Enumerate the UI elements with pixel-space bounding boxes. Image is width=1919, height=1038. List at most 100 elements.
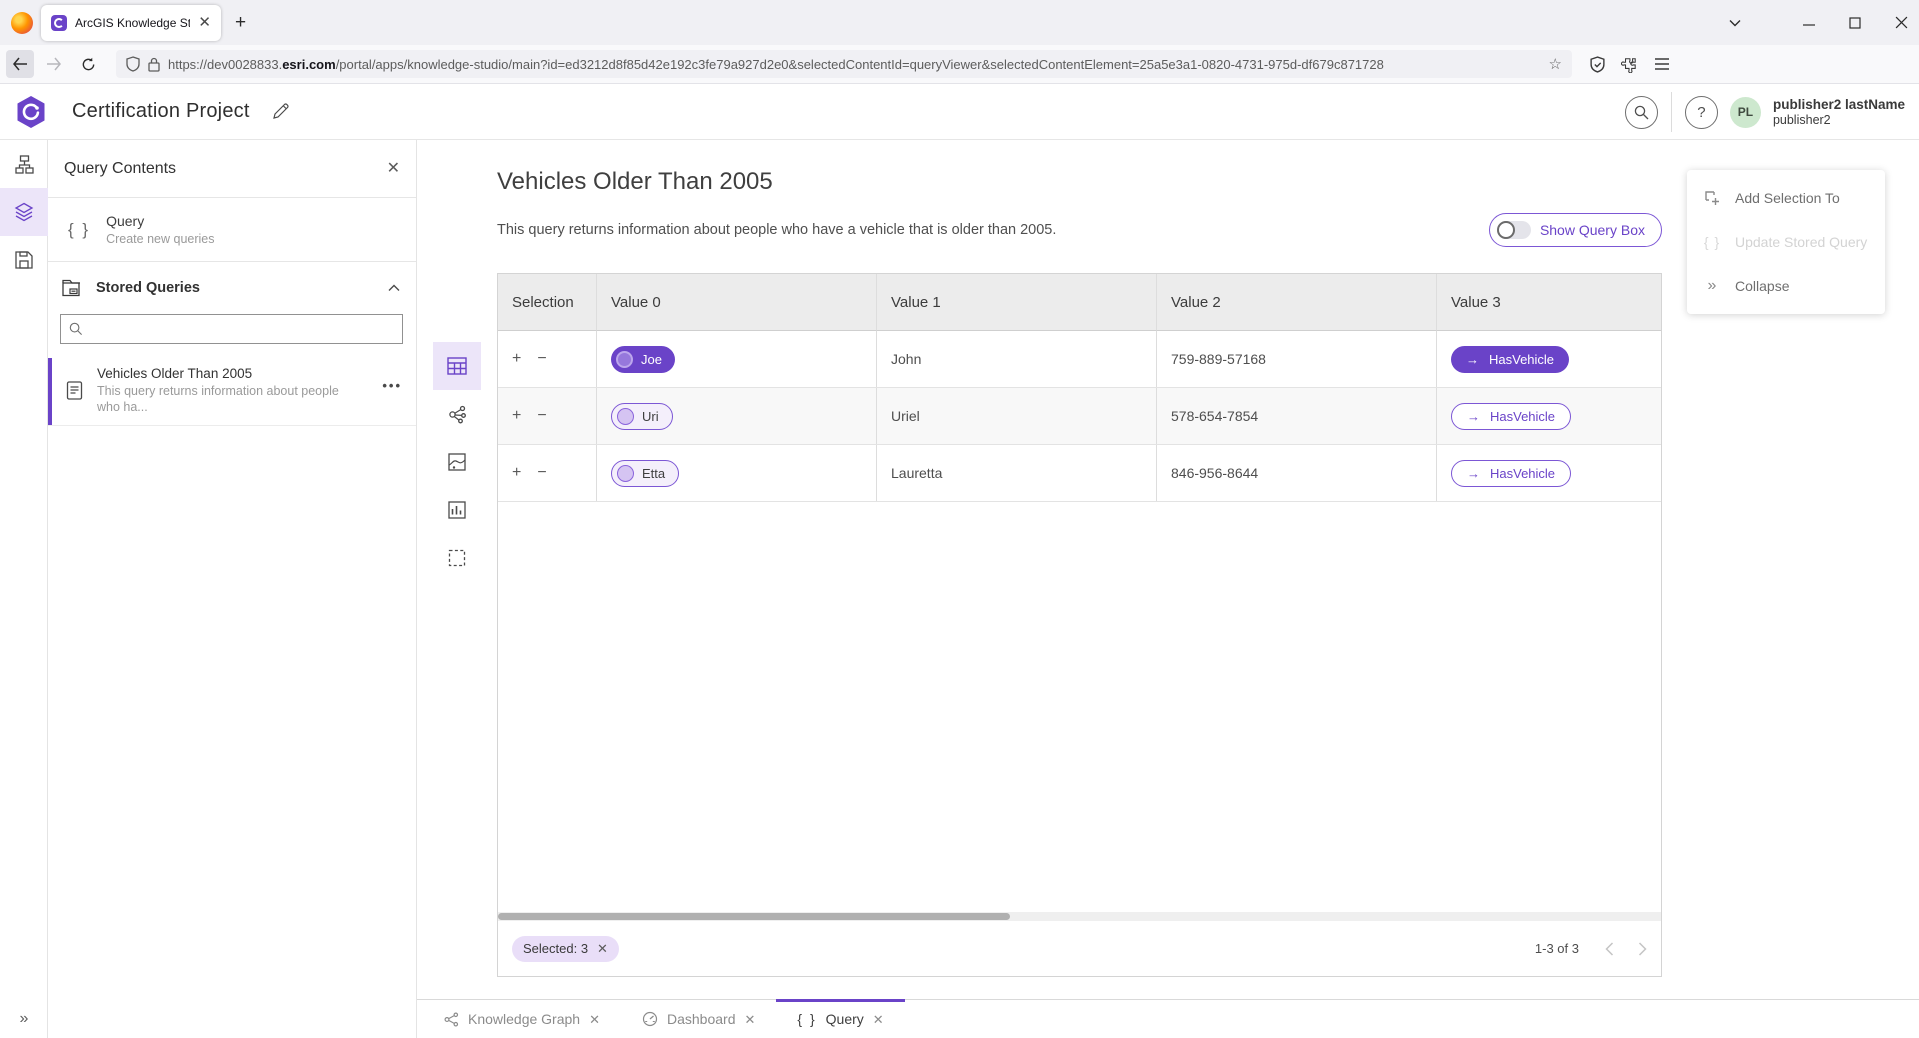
url-text: https://dev0028833.esri.com/portal/apps/… <box>168 57 1541 72</box>
close-tab-icon[interactable]: ✕ <box>873 1013 884 1026</box>
select-view-icon[interactable] <box>433 534 481 582</box>
previous-page-icon[interactable] <box>1605 942 1614 956</box>
query-description: This query returns information about peo… <box>497 222 1056 238</box>
selected-count-chip[interactable]: Selected: 3 ✕ <box>512 936 619 962</box>
bookmark-star-icon[interactable]: ☆ <box>1549 55 1562 73</box>
close-tab-icon[interactable]: ✕ <box>589 1013 600 1026</box>
stored-query-description: This query returns information about peo… <box>97 384 353 415</box>
app-header: Certification Project ? PL publisher2 la… <box>0 84 1919 140</box>
lock-icon[interactable] <box>148 57 160 72</box>
url-bar[interactable]: https://dev0028833.esri.com/portal/apps/… <box>116 50 1572 78</box>
remove-from-selection-icon[interactable]: − <box>537 407 546 425</box>
entity-cell: Uri <box>597 388 877 444</box>
stored-query-item[interactable]: Vehicles Older Than 2005 This query retu… <box>48 358 416 426</box>
cell-value2: 759-889-57168 <box>1157 331 1437 387</box>
cell-value2: 846-956-8644 <box>1157 445 1437 501</box>
selection-cell: + − <box>498 331 597 387</box>
forward-button[interactable] <box>40 50 68 78</box>
search-input[interactable] <box>89 322 394 337</box>
menu-item-collapse[interactable]: » Collapse <box>1687 264 1885 308</box>
rail-data-model-icon[interactable] <box>0 140 48 188</box>
project-title: Certification Project <box>72 100 250 123</box>
table-row[interactable]: + − Uri Uriel 578-654-7854 → HasVehicle <box>498 388 1661 445</box>
entity-cell: Joe <box>597 331 877 387</box>
menu-hamburger-icon[interactable] <box>1654 57 1670 71</box>
column-header[interactable]: Value 3 <box>1437 274 1661 331</box>
stored-query-more-icon[interactable]: ••• <box>382 378 402 393</box>
entity-dot-icon <box>617 408 634 425</box>
expand-rail-icon[interactable]: » <box>0 1010 48 1028</box>
collapse-section-chevron-icon[interactable] <box>388 284 400 292</box>
next-page-icon[interactable] <box>1638 942 1647 956</box>
menu-item-add-selection-to[interactable]: Add Selection To <box>1687 176 1885 220</box>
horizontal-scrollbar[interactable] <box>498 912 1661 921</box>
back-button[interactable] <box>6 50 34 78</box>
maximize-button[interactable] <box>1847 17 1863 29</box>
toggle-switch[interactable] <box>1497 221 1531 239</box>
column-header[interactable]: Value 0 <box>597 274 877 331</box>
tab-close-icon[interactable]: ✕ <box>198 15 211 30</box>
tab-query[interactable]: { } Query ✕ <box>776 1000 904 1038</box>
user-avatar[interactable]: PL <box>1730 97 1761 128</box>
new-tab-button[interactable]: + <box>235 13 246 32</box>
entity-pill[interactable]: Uri <box>611 403 673 430</box>
add-to-selection-icon[interactable]: + <box>512 464 521 482</box>
entity-pill-label: Uri <box>642 409 659 424</box>
toggle-knob <box>1497 221 1515 239</box>
tab-dashboard[interactable]: Dashboard ✕ <box>621 1000 776 1038</box>
header-search-button[interactable] <box>1625 96 1658 129</box>
tracking-shield-icon[interactable] <box>126 56 140 72</box>
user-name[interactable]: publisher2 lastName <box>1773 97 1905 114</box>
entity-pill[interactable]: Joe <box>611 346 675 373</box>
entity-pill[interactable]: Etta <box>611 460 679 487</box>
edit-title-pencil-icon[interactable] <box>272 103 289 120</box>
graph-view-icon[interactable] <box>433 390 481 438</box>
minimize-button[interactable] <box>1801 17 1817 29</box>
clear-selection-icon[interactable]: ✕ <box>597 942 608 955</box>
view-toolbar <box>433 342 481 582</box>
firefox-icon[interactable] <box>11 12 33 34</box>
list-tabs-chevron-icon[interactable] <box>1727 19 1743 27</box>
browser-nav-bar: https://dev0028833.esri.com/portal/apps/… <box>0 45 1919 84</box>
table-view-icon[interactable] <box>433 342 481 390</box>
add-to-selection-icon[interactable]: + <box>512 407 521 425</box>
braces-icon: { } <box>797 1011 816 1027</box>
browser-tab[interactable]: ArcGIS Knowledge Studio ✕ <box>41 5 221 41</box>
scrollbar-thumb[interactable] <box>498 913 1010 920</box>
table-row[interactable]: + − Etta Lauretta 846-956-8644 → HasVehi… <box>498 445 1661 502</box>
new-query-item[interactable]: { } Query Create new queries <box>48 198 416 262</box>
extensions-puzzle-icon[interactable] <box>1621 56 1638 73</box>
rail-layers-icon[interactable] <box>0 188 48 236</box>
close-window-button[interactable] <box>1893 16 1909 29</box>
table-body: + − Joe John 759-889-57168 → HasVehicle … <box>498 331 1661 502</box>
column-header[interactable]: Value 2 <box>1157 274 1437 331</box>
menu-item-update-stored-query[interactable]: { } Update Stored Query <box>1687 220 1885 264</box>
column-header[interactable]: Value 1 <box>877 274 1157 331</box>
remove-from-selection-icon[interactable]: − <box>537 464 546 482</box>
close-tab-icon[interactable]: ✕ <box>744 1013 755 1026</box>
help-button[interactable]: ? <box>1685 96 1718 129</box>
app-window: ArcGIS Knowledge Studio ✕ + <box>0 0 1919 1038</box>
relation-pill[interactable]: → HasVehicle <box>1451 460 1571 487</box>
show-query-box-toggle[interactable]: Show Query Box <box>1489 213 1662 247</box>
save-shield-icon[interactable] <box>1590 56 1605 73</box>
map-view-icon[interactable] <box>433 438 481 486</box>
stored-queries-search[interactable] <box>60 314 403 344</box>
relation-pill[interactable]: → HasVehicle <box>1451 346 1569 373</box>
knowledge-graph-icon <box>444 1012 459 1027</box>
query-item-subtitle: Create new queries <box>106 232 214 246</box>
chart-view-icon[interactable] <box>433 486 481 534</box>
tab-knowledge-graph[interactable]: Knowledge Graph ✕ <box>423 1000 621 1038</box>
reload-button[interactable] <box>74 50 102 78</box>
relation-pill[interactable]: → HasVehicle <box>1451 403 1571 430</box>
add-to-selection-icon[interactable]: + <box>512 350 521 368</box>
table-row[interactable]: + − Joe John 759-889-57168 → HasVehicle <box>498 331 1661 388</box>
relation-pill-label: HasVehicle <box>1490 409 1555 424</box>
entity-cell: Etta <box>597 445 877 501</box>
relation-cell: → HasVehicle <box>1437 331 1661 387</box>
remove-from-selection-icon[interactable]: − <box>537 350 546 368</box>
rail-save-icon[interactable] <box>0 236 48 284</box>
panel-close-icon[interactable]: ✕ <box>387 161 400 177</box>
stored-queries-header[interactable]: Stored Queries <box>48 279 416 297</box>
column-header[interactable]: Selection <box>498 274 597 331</box>
